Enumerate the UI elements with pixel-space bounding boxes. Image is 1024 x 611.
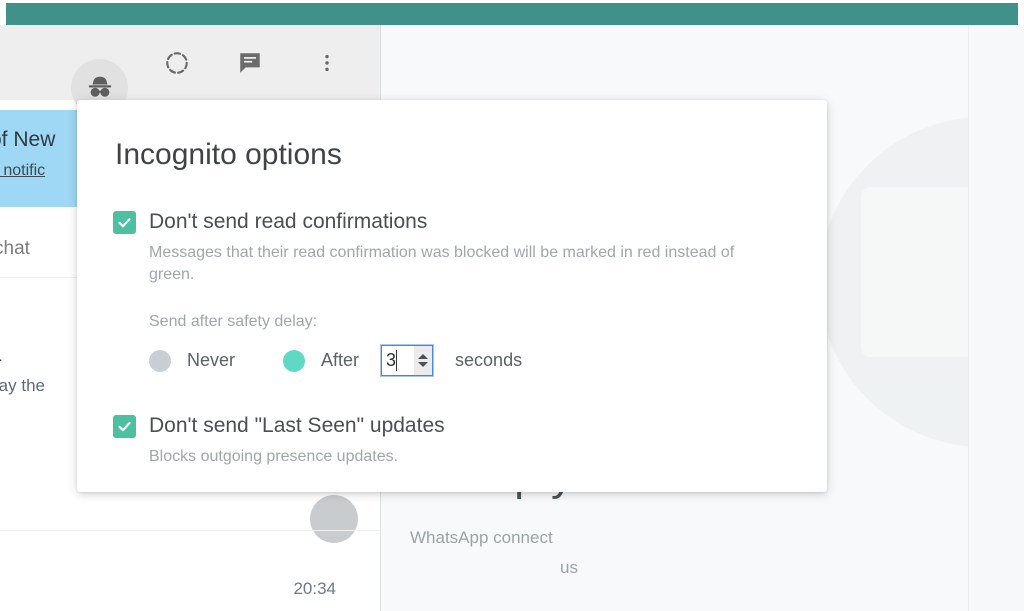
new-chat-label: w chat — [0, 237, 30, 259]
read-confirmations-checkbox-row[interactable]: Don't send read confirmations — [113, 210, 791, 234]
checkbox-checked-icon[interactable] — [113, 210, 136, 234]
window-right-edge — [968, 25, 969, 611]
chat-bubble-glyph — [240, 53, 260, 73]
incognito-options-dialog: Incognito options Don't send read confir… — [77, 100, 827, 492]
status-ring-glyph — [166, 52, 188, 74]
delay-seconds-stepper[interactable] — [414, 346, 433, 376]
option-last-seen: Don't send "Last Seen" updates Blocks ou… — [113, 414, 791, 468]
stepper-down-icon[interactable] — [418, 362, 429, 368]
intro-illustration — [819, 117, 968, 447]
intro-subtitle: WhatsApp connect — [410, 528, 553, 547]
last-seen-description: Blocks outgoing presence updates. — [149, 448, 399, 466]
delay-seconds-value[interactable]: 3 — [382, 346, 414, 375]
screenshot-root: Keep yo WhatsApp connect us — [0, 0, 1024, 611]
checkmark-glyph — [118, 217, 131, 227]
last-seen-checkbox-row[interactable]: Don't send "Last Seen" updates — [113, 414, 791, 438]
overflow-menu-icon[interactable] — [310, 46, 344, 80]
app-header-bar — [6, 3, 1018, 25]
last-seen-label: Don't send "Last Seen" updates — [149, 414, 445, 438]
radio-never[interactable] — [149, 349, 171, 372]
radio-after-label: After — [321, 350, 360, 371]
chat-list-item-2[interactable]: 20:34 1 — [0, 530, 380, 611]
sidebar-toolbar — [0, 25, 380, 116]
radio-never-label: Never — [187, 350, 236, 371]
stepper-up-icon[interactable] — [418, 354, 429, 360]
dialog-title: Incognito options — [115, 138, 342, 171]
seconds-unit-label: seconds — [455, 350, 523, 371]
checkmark-glyph — [118, 421, 131, 431]
radio-after[interactable] — [283, 349, 306, 372]
chat-item-timestamp: 20:34 — [293, 579, 336, 598]
read-confirmations-description: Messages that their read confirmation wa… — [149, 244, 735, 283]
intro-subtitle-line2: us — [560, 558, 578, 577]
new-chat-bubble-icon[interactable] — [233, 46, 267, 80]
incognito-spy-glyph — [88, 76, 111, 97]
three-dots-glyph — [325, 54, 329, 72]
safety-delay-radio-group: Never After 3 seconds — [149, 345, 791, 377]
read-confirmations-label: Don't send read confirmations — [149, 210, 428, 233]
option-read-confirmations: Don't send read confirmations Messages t… — [113, 210, 791, 377]
safety-delay-label: Send after safety delay: — [149, 313, 318, 331]
checkbox-checked-icon[interactable] — [113, 414, 136, 438]
delay-seconds-input[interactable]: 3 — [381, 345, 434, 377]
status-ring-icon[interactable] — [160, 46, 194, 80]
